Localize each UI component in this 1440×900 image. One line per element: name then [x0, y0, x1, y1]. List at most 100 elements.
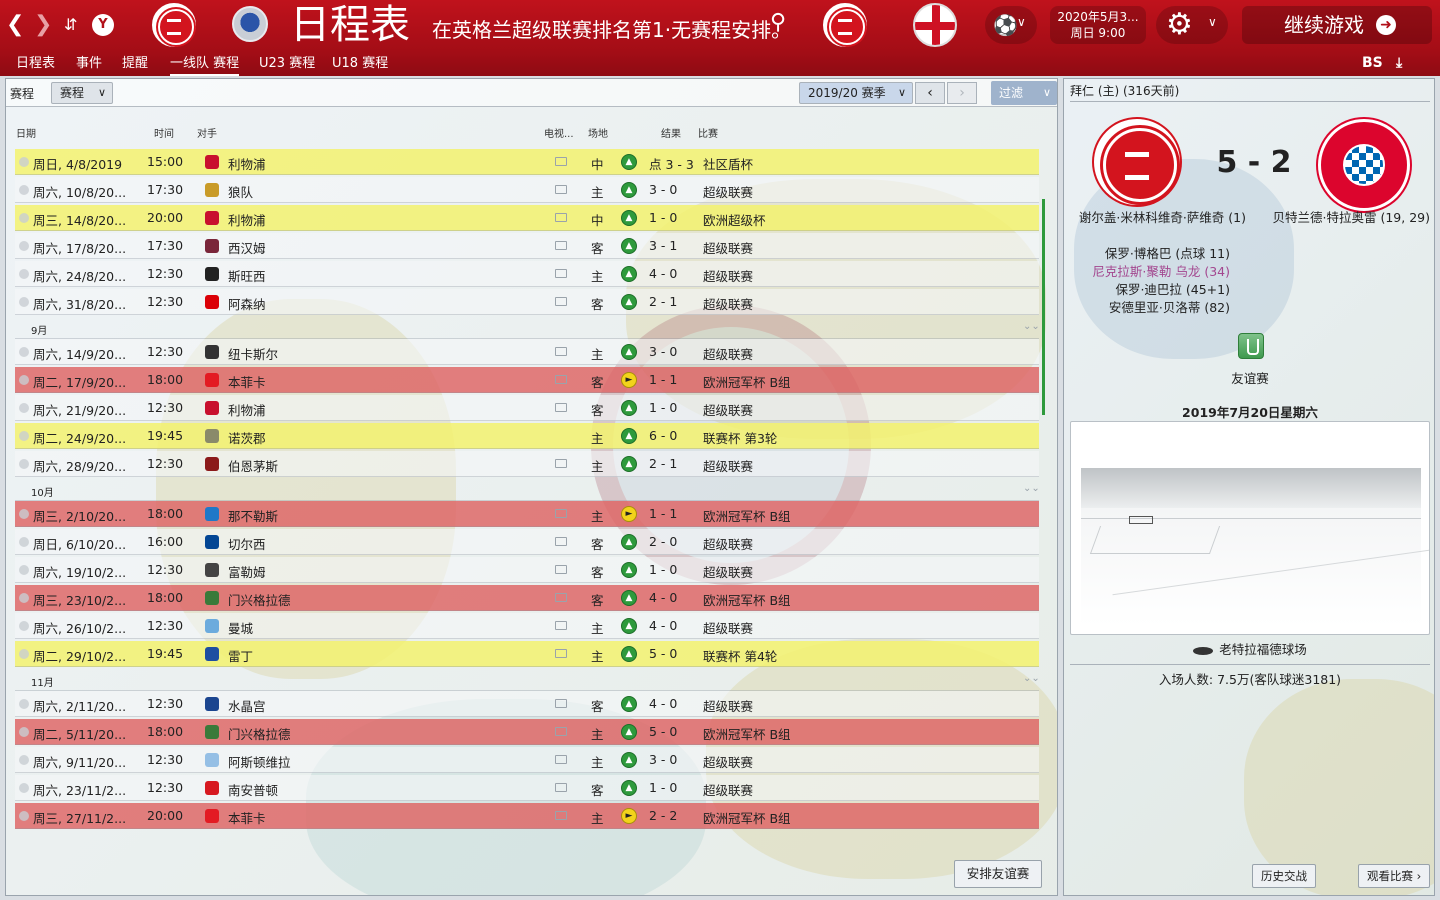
home-goalscorer-summary[interactable]: 谢尔盖·米林科维奇·萨维奇 (1) — [1070, 209, 1246, 226]
fixture-score[interactable]: 2 - 1 — [649, 294, 677, 309]
opponent-name[interactable]: 斯旺西 — [228, 266, 266, 285]
bs-icon[interactable]: BS — [1362, 53, 1383, 73]
fixture-score[interactable]: 3 - 0 — [649, 752, 677, 767]
fixture-competition[interactable]: 超级联赛 — [703, 344, 753, 363]
table-row[interactable]: 周六, 14/9/20... 12:30 纽卡斯尔 主 ▲ 3 - 0 超级联赛 — [15, 339, 1039, 365]
opponent-name[interactable]: 雷丁 — [228, 646, 253, 665]
table-row[interactable]: 周六, 17/8/20... 17:30 西汉姆 客 ▲ 3 - 1 超级联赛 — [15, 233, 1039, 259]
list-scrollbar[interactable] — [1042, 199, 1045, 415]
opponent-name[interactable]: 伯恩茅斯 — [228, 456, 278, 475]
fixture-competition[interactable]: 超级联赛 — [703, 780, 753, 799]
table-row[interactable]: 周六, 28/9/20... 12:30 伯恩茅斯 主 ▲ 2 - 1 超级联赛 — [15, 451, 1039, 477]
collapse-icon[interactable]: ⌄⌄ — [1023, 673, 1040, 684]
col-time[interactable]: 时间 — [154, 125, 174, 140]
col-venue[interactable]: 场地 — [588, 125, 608, 140]
opponent-name[interactable]: 利物浦 — [228, 154, 266, 173]
download-icon[interactable]: ⤓ — [1396, 53, 1402, 73]
stadium-name[interactable]: 老特拉福德球场 — [1064, 639, 1434, 658]
opponent-name[interactable]: 利物浦 — [228, 210, 266, 229]
fixture-competition[interactable]: 超级联赛 — [703, 562, 753, 581]
col-opponent[interactable]: 对手 — [197, 125, 217, 140]
fixture-score[interactable]: 5 - 0 — [649, 724, 677, 739]
opponent-name[interactable]: 富勒姆 — [228, 562, 266, 581]
next-season-button[interactable]: › — [947, 82, 977, 104]
tab-events[interactable]: 事件 — [76, 54, 102, 74]
opponent-name[interactable]: 阿森纳 — [228, 294, 266, 313]
collapse-icon[interactable]: ⌄⌄ — [1023, 483, 1040, 494]
opponent-name[interactable]: 南安普顿 — [228, 780, 278, 799]
opponent-name[interactable]: 门兴格拉德 — [228, 724, 291, 743]
back-icon[interactable]: ❮ — [6, 10, 24, 40]
fixture-competition[interactable]: 欧洲超级杯 — [703, 210, 766, 229]
scorer-entry[interactable]: 尼克拉斯·聚勒 乌龙 (34) — [1070, 263, 1230, 281]
scorer-entry[interactable]: 安德里亚·贝洛蒂 (82) — [1070, 299, 1230, 317]
fixture-competition[interactable]: 社区盾杯 — [703, 154, 753, 173]
fixture-competition[interactable]: 超级联赛 — [703, 294, 753, 313]
season-select[interactable]: 2019/20 赛季 ∨ — [799, 82, 913, 104]
home-team-crest-icon[interactable] — [1094, 119, 1180, 205]
opponent-name[interactable]: 狼队 — [228, 182, 253, 201]
scorer-entry[interactable]: 保罗·迪巴拉 (45+1) — [1070, 281, 1230, 299]
table-row[interactable]: 周六, 24/8/20... 12:30 斯旺西 主 ▲ 4 - 0 超级联赛 — [15, 261, 1039, 287]
opponent-name[interactable]: 门兴格拉德 — [228, 590, 291, 609]
fixture-competition[interactable]: 联赛杯 第4轮 — [703, 646, 777, 665]
opponent-name[interactable]: 曼城 — [228, 618, 253, 637]
fixture-score[interactable]: 1 - 0 — [649, 400, 677, 415]
table-row[interactable]: 周六, 19/10/2... 12:30 富勒姆 客 ▲ 1 - 0 超级联赛 — [15, 557, 1039, 583]
fixture-score[interactable]: 4 - 0 — [649, 696, 677, 711]
fixture-score[interactable]: 1 - 0 — [649, 210, 677, 225]
continue-game-button[interactable]: 继续游戏 ➜ — [1242, 6, 1432, 44]
opponent-name[interactable]: 纽卡斯尔 — [228, 344, 278, 363]
fixture-competition[interactable]: 欧洲冠军杯 B组 — [703, 506, 791, 525]
table-row[interactable]: 周三, 2/10/20... 18:00 那不勒斯 主 ► 1 - 1 欧洲冠军杯 B组 — [15, 501, 1039, 527]
table-row[interactable]: 周二, 17/9/20... 18:00 本菲卡 客 ► 1 - 1 欧洲冠军杯 B组 — [15, 367, 1039, 393]
opponent-name[interactable]: 利物浦 — [228, 400, 266, 419]
club-crest-secondary-icon[interactable] — [823, 3, 867, 47]
table-row[interactable]: 周六, 9/11/20... 12:30 阿斯顿维拉 主 ▲ 3 - 0 超级联赛 — [15, 747, 1039, 773]
opponent-name[interactable]: 本菲卡 — [228, 372, 266, 391]
table-row[interactable]: 周二, 5/11/20... 18:00 门兴格拉德 主 ▲ 5 - 0 欧洲冠军杯 B组 — [15, 719, 1039, 745]
up-down-icon[interactable]: ⇵ — [64, 10, 77, 40]
fixture-competition[interactable]: 超级联赛 — [703, 182, 753, 201]
opponent-name[interactable]: 那不勒斯 — [228, 506, 278, 525]
opponent-name[interactable]: 本菲卡 — [228, 808, 266, 827]
competition-name[interactable]: 友谊赛 — [1064, 368, 1434, 387]
table-row[interactable]: 周二, 29/10/2... 19:45 雷丁 主 ▲ 5 - 0 联赛杯 第4轮 — [15, 641, 1039, 667]
table-row[interactable]: 周六, 10/8/20... 17:30 狼队 主 ▲ 3 - 0 超级联赛 — [15, 177, 1039, 203]
opponent-name[interactable]: 切尔西 — [228, 534, 266, 553]
table-row[interactable]: 周日, 6/10/20... 16:00 切尔西 客 ▲ 2 - 0 超级联赛 — [15, 529, 1039, 555]
fixture-competition[interactable]: 超级联赛 — [703, 400, 753, 419]
filter-button[interactable]: 过滤 ∨ — [991, 81, 1057, 105]
table-row[interactable]: 周日, 4/8/2019 15:00 利物浦 中 ▲ 点 3 - 3 社区盾杯 — [15, 149, 1039, 175]
tab-u18-fixtures[interactable]: U18 赛程 — [332, 54, 388, 74]
fixture-score[interactable]: 2 - 1 — [649, 456, 677, 471]
table-row[interactable]: 周六, 26/10/2... 12:30 曼城 主 ▲ 4 - 0 超级联赛 — [15, 613, 1039, 639]
fixture-score[interactable]: 6 - 0 — [649, 428, 677, 443]
scorer-entry[interactable]: 保罗·博格巴 (点球 11) — [1070, 245, 1230, 263]
col-competition[interactable]: 比赛 — [698, 125, 718, 140]
fixture-competition[interactable]: 超级联赛 — [703, 752, 753, 771]
fixture-score[interactable]: 2 - 0 — [649, 534, 677, 549]
uefa-logo-icon[interactable] — [232, 6, 268, 42]
settings-menu[interactable]: ⚙ ∨ — [1156, 6, 1228, 44]
fixture-competition[interactable]: 超级联赛 — [703, 266, 753, 285]
table-row[interactable]: 周六, 31/8/20... 12:30 阿森纳 客 ▲ 2 - 1 超级联赛 — [15, 289, 1039, 315]
table-row[interactable]: 周六, 2/11/20... 12:30 水晶宫 客 ▲ 4 - 0 超级联赛 — [15, 691, 1039, 717]
fixture-score[interactable]: 3 - 1 — [649, 238, 677, 253]
tab-reminders[interactable]: 提醒 — [122, 54, 148, 74]
opponent-name[interactable]: 阿斯顿维拉 — [228, 752, 291, 771]
fixture-competition[interactable]: 超级联赛 — [703, 696, 753, 715]
forward-icon[interactable]: ❯ — [34, 10, 52, 40]
fixture-competition[interactable]: 联赛杯 第3轮 — [703, 428, 777, 447]
fixture-score[interactable]: 2 - 2 — [649, 808, 677, 823]
fixture-score[interactable]: 5 - 0 — [649, 646, 677, 661]
tab-u23-fixtures[interactable]: U23 赛程 — [259, 54, 315, 74]
table-row[interactable]: 周六, 23/11/2... 12:30 南安普顿 客 ▲ 1 - 0 超级联赛 — [15, 775, 1039, 801]
opponent-name[interactable]: 水晶宫 — [228, 696, 266, 715]
col-tv[interactable]: 电视... — [544, 125, 574, 140]
fixture-competition[interactable]: 欧洲冠军杯 B组 — [703, 808, 791, 827]
fixture-score[interactable]: 1 - 1 — [649, 506, 677, 521]
arrange-friendly-button[interactable]: 安排友谊赛 — [954, 860, 1042, 888]
view-select[interactable]: 赛程 ∨ — [51, 82, 113, 104]
bayern-crest-icon[interactable] — [1318, 119, 1410, 211]
